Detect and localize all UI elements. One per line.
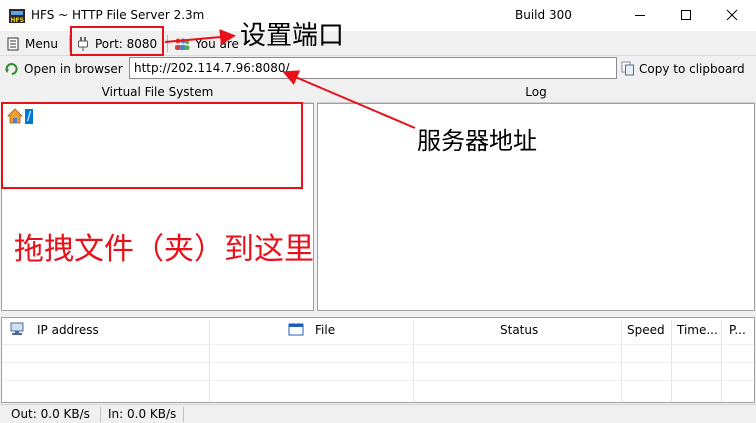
- column-header-file[interactable]: File: [315, 318, 335, 342]
- table-row: [2, 362, 754, 363]
- column-header-status[interactable]: Status: [500, 318, 538, 342]
- window-title: HFS ~ HTTP File Server 2.3m: [31, 8, 205, 22]
- file-window-icon: [288, 323, 304, 336]
- table-row: [2, 344, 754, 345]
- network-icon: [10, 322, 24, 335]
- column-divider: [721, 320, 722, 402]
- menu-icon: [7, 37, 19, 50]
- you-are-button[interactable]: You are: [174, 33, 239, 54]
- you-are-label: You are: [195, 36, 239, 51]
- table-row: [2, 380, 754, 381]
- drop-annotation-text: 拖拽文件（夹）到这里: [14, 232, 314, 267]
- column-divider: [209, 320, 210, 402]
- url-bar: Open in browser Copy to clipboard: [0, 56, 756, 82]
- users-icon: [175, 38, 190, 50]
- copy-to-clipboard-label: Copy to clipboard: [639, 61, 745, 76]
- close-button[interactable]: [709, 0, 755, 30]
- column-divider: [413, 320, 414, 402]
- status-separator: [183, 407, 184, 422]
- column-divider: [621, 320, 622, 402]
- connections-table[interactable]: IP address File Status Speed Time... P..…: [1, 317, 755, 403]
- address-annotation-text: 服务器地址: [417, 127, 537, 155]
- status-bar: Out: 0.0 KB/s In: 0.0 KB/s: [0, 404, 756, 423]
- menu-button[interactable]: Menu: [3, 33, 61, 54]
- drop-area-highlight-box: [1, 102, 303, 189]
- maximize-button[interactable]: [663, 0, 709, 30]
- log-header: Log: [317, 83, 755, 103]
- copy-icon: [621, 61, 634, 76]
- minimize-button[interactable]: [617, 0, 663, 30]
- menu-label: Menu: [25, 36, 58, 51]
- column-header-speed[interactable]: Speed: [627, 318, 665, 342]
- out-speed: Out: 0.0 KB/s: [11, 407, 90, 421]
- copy-to-clipboard-button[interactable]: Copy to clipboard: [621, 58, 745, 79]
- minimize-icon: [635, 15, 645, 16]
- open-in-browser-label: Open in browser: [24, 61, 123, 76]
- status-separator: [100, 407, 101, 422]
- column-divider: [671, 320, 672, 402]
- server-url-field[interactable]: [129, 57, 617, 79]
- refresh-arrow-icon: [5, 62, 18, 75]
- port-annotation-text: 设置端口: [240, 21, 345, 51]
- column-header-ip-address[interactable]: IP address: [37, 318, 99, 342]
- build-number: Build 300: [515, 8, 572, 22]
- column-header-p[interactable]: P...: [729, 318, 746, 342]
- toolbar-separator: [167, 35, 168, 52]
- in-speed: In: 0.0 KB/s: [108, 407, 177, 421]
- svg-text:HFS: HFS: [11, 17, 24, 24]
- maximize-icon: [681, 10, 691, 20]
- vfs-header: Virtual File System: [1, 83, 314, 103]
- open-in-browser-button[interactable]: Open in browser: [4, 58, 123, 79]
- port-highlight-box: [70, 26, 164, 56]
- column-header-time[interactable]: Time...: [677, 318, 718, 342]
- hfs-app-icon: HFS: [7, 6, 27, 26]
- close-icon: [726, 9, 738, 21]
